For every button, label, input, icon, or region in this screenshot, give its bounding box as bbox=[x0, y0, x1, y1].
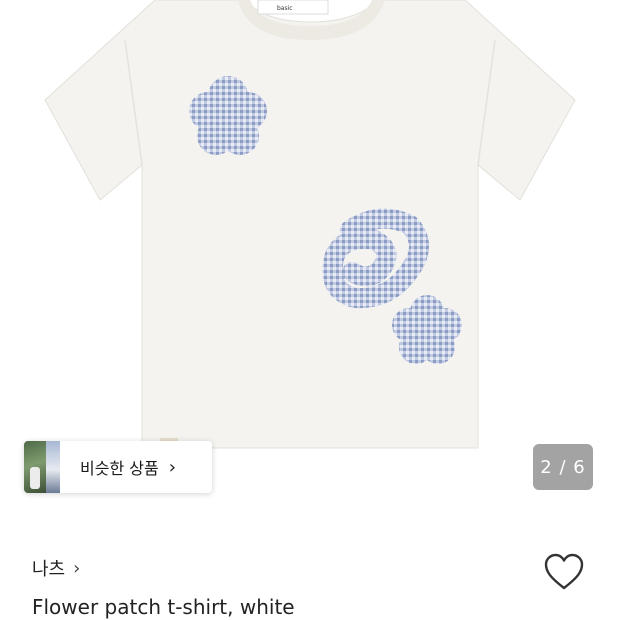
similar-products-label: 비슷한 상품 bbox=[80, 459, 159, 478]
image-counter-text: 2 / 6 bbox=[540, 456, 586, 478]
collar-tag-text: basic bbox=[277, 5, 293, 12]
image-counter: 2 / 6 bbox=[533, 444, 593, 490]
similar-products-button[interactable]: 비슷한 상품 › bbox=[24, 441, 212, 493]
heart-icon[interactable] bbox=[543, 552, 585, 592]
chevron-right-icon: › bbox=[168, 456, 176, 478]
brand-link[interactable]: 나츠 › bbox=[32, 555, 80, 581]
brand-name: 나츠 bbox=[32, 559, 66, 580]
product-title: Flower patch t-shirt, white bbox=[32, 595, 295, 619]
tshirt-image: basic bbox=[44, 0, 576, 449]
product-image-carousel[interactable]: basic bbox=[0, 0, 620, 515]
similar-products-thumbnail bbox=[24, 441, 60, 493]
chevron-right-icon: › bbox=[73, 557, 81, 579]
